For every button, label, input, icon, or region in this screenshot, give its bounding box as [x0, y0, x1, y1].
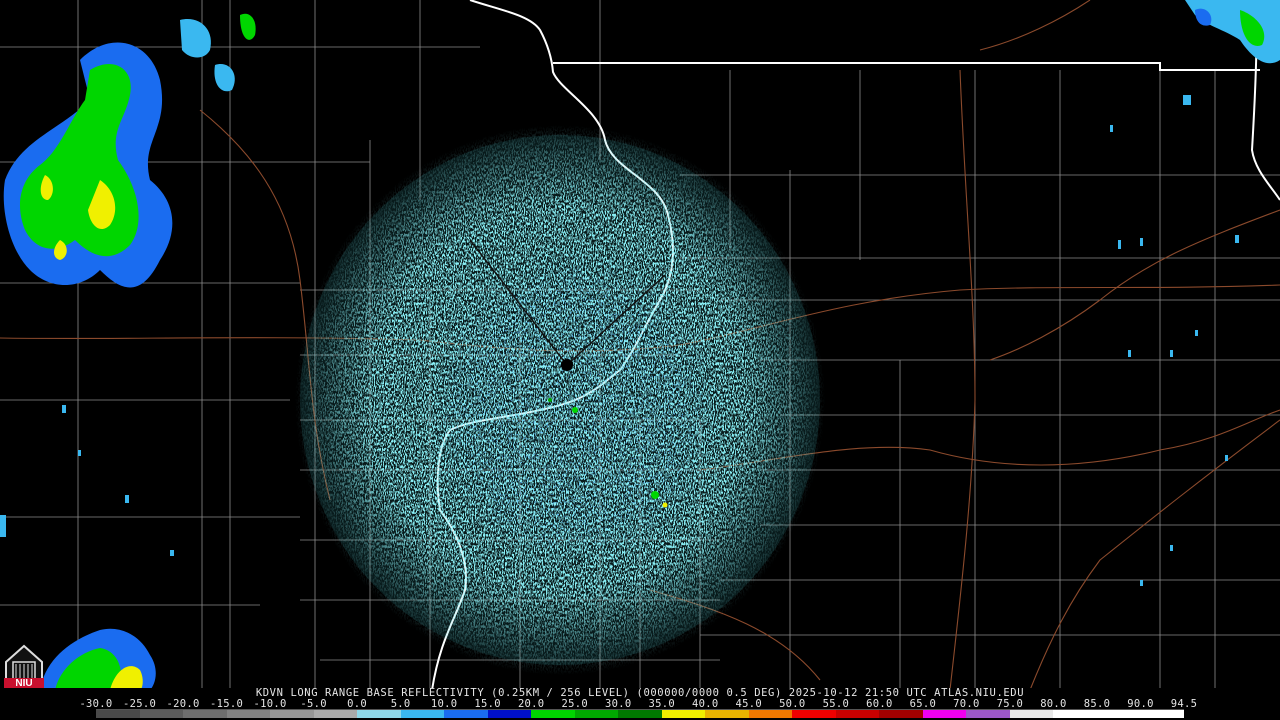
colorscale-segment	[879, 710, 923, 718]
colorscale-tick-label: -25.0	[122, 698, 157, 710]
niu-logo: NIU	[2, 642, 46, 691]
colorscale-segment	[139, 710, 184, 718]
colorscale-segment	[487, 710, 532, 718]
colorscale-segment	[574, 710, 619, 718]
colorscale-tick-label: 15.0	[474, 698, 501, 710]
radar-map	[0, 0, 1280, 690]
colorscale-tick-label: 90.0	[1127, 698, 1154, 710]
colorscale-segment	[270, 710, 314, 718]
colorscale-tick-label: -20.0	[166, 698, 200, 710]
colorscale-segment	[531, 710, 575, 718]
colorscale-segment	[96, 710, 140, 718]
storm-cluster-northwest	[3, 13, 256, 288]
colorscale-segment	[748, 710, 793, 718]
radar-site-marker	[561, 359, 573, 371]
colorscale-tick-label: 70.0	[953, 698, 980, 710]
colorscale-tick-label: 40.0	[692, 698, 719, 710]
colorscale-labels: -30.0 -25.0 -20.0 -15.0 -10.0 -5.0 0.0 5.0 10.0 1…	[0, 698, 1280, 710]
colorscale-tick-label: -10.0	[253, 698, 287, 710]
colorscale-tick-label: 65.0	[909, 698, 937, 710]
colorscale-segment	[922, 710, 967, 718]
colorscale-tick-label: 0.0	[347, 698, 368, 710]
colorscale-segment	[966, 710, 1010, 718]
colorscale-segment	[1140, 710, 1184, 718]
colorscale-tick-label: 85.0	[1083, 698, 1111, 710]
legend-footer: KDVN LONG RANGE BASE REFLECTIVITY (0.25K…	[0, 688, 1280, 720]
colorscale-tick-label: 60.0	[866, 698, 893, 710]
colorscale-tick-label: 55.0	[822, 698, 850, 710]
colorscale-segment	[313, 710, 358, 718]
colorscale-tick-label: 5.0	[390, 698, 411, 710]
colorscale-segment	[226, 710, 271, 718]
colorscale-segment	[357, 710, 401, 718]
colorscale-bar	[96, 709, 1184, 718]
colorscale-tick-label: 80.0	[1040, 698, 1067, 710]
colorscale-segment	[661, 710, 706, 718]
colorscale-segment	[618, 710, 662, 718]
colorscale-tick-label: 20.0	[517, 698, 545, 710]
colorscale-segment	[183, 710, 227, 718]
colorscale-tick-label: 45.0	[735, 698, 763, 710]
colorscale-segment	[705, 710, 749, 718]
colorscale-segment	[792, 710, 836, 718]
colorscale-tick-label: 30.0	[604, 698, 632, 710]
colorscale-tick-label: -5.0	[300, 698, 327, 710]
colorscale-segment	[1096, 710, 1141, 718]
colorscale-tick-label: -30.0	[79, 698, 113, 710]
colorscale-tick-label: 25.0	[561, 698, 588, 710]
colorscale-tick-label: 10.0	[430, 698, 458, 710]
storm-cluster-northeast	[1185, 0, 1280, 64]
colorscale-tick-label: -15.0	[210, 698, 244, 710]
reflectivity-field	[295, 125, 825, 675]
colorscale-segment	[1009, 710, 1054, 718]
colorscale-tick-label: 35.0	[648, 698, 675, 710]
storm-cluster-southwest	[40, 628, 156, 690]
colorscale-segment	[1053, 710, 1097, 718]
colorscale-segment	[444, 710, 488, 718]
colorscale-segment	[835, 710, 880, 718]
colorscale-segment	[400, 710, 445, 718]
colorscale-tick-label: 75.0	[996, 698, 1024, 710]
colorscale-tick-label: 94.5	[1170, 698, 1198, 710]
colorscale-tick-label: 50.0	[779, 698, 806, 710]
